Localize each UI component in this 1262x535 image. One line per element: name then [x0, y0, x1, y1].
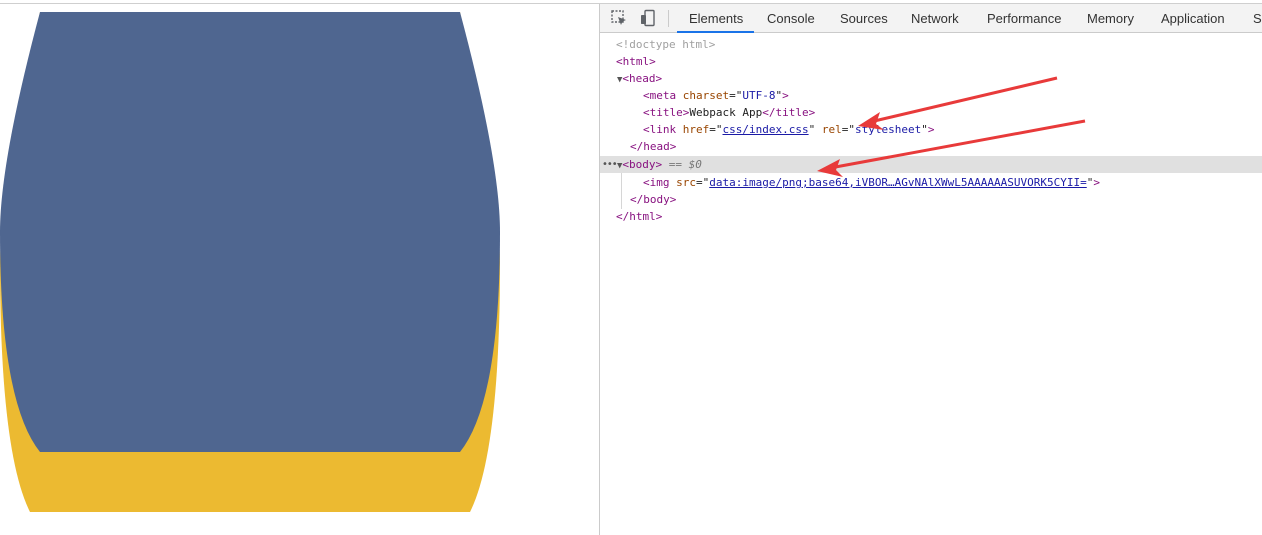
- link-rel-value: stylesheet: [854, 123, 922, 136]
- head-open-tag: <head>: [622, 72, 663, 85]
- tree-indent-guide: [621, 173, 622, 209]
- more-options-icon[interactable]: •••: [602, 156, 618, 173]
- tab-memory[interactable]: Memory: [1087, 4, 1134, 33]
- elements-dom-tree: <!doctype html> <html> ▼<head> <meta cha…: [600, 34, 1262, 534]
- dom-node-html-close[interactable]: </html>: [616, 208, 662, 225]
- meta-attr-name: charset: [682, 89, 730, 102]
- dom-node-title[interactable]: <title>Webpack App</title>: [643, 104, 815, 121]
- dom-node-head-close[interactable]: </head>: [630, 138, 676, 155]
- dom-node-meta[interactable]: <meta charset="UTF-8">: [643, 87, 789, 104]
- dom-node-body-selected[interactable]: ••• ▼<body> == $0: [600, 156, 1262, 173]
- tab-elements[interactable]: Elements: [689, 4, 743, 33]
- title-open-tag: <title>: [643, 106, 690, 119]
- devtools-panel: Elements Console Sources Network Perform…: [599, 4, 1262, 535]
- dom-node-link[interactable]: <link href="css/index.css" rel="styleshe…: [643, 121, 934, 138]
- dom-node-img[interactable]: <img src="data:image/png;base64,iVBOR…AG…: [643, 174, 1100, 191]
- title-text: Webpack App: [689, 106, 763, 119]
- body-close-tag: </body>: [630, 193, 677, 206]
- toolbar-divider: [668, 10, 669, 27]
- meta-attr-value: UTF-8: [742, 89, 776, 102]
- img-src-attr: src: [676, 176, 696, 189]
- devtools-tab-bar: Elements Console Sources Network Perform…: [600, 4, 1262, 33]
- tab-network[interactable]: Network: [911, 4, 959, 33]
- dom-node-head[interactable]: ▼<head>: [617, 70, 662, 87]
- dom-node-body-close[interactable]: </body>: [630, 191, 676, 208]
- tab-security[interactable]: Se: [1253, 4, 1262, 33]
- tab-sources[interactable]: Sources: [840, 4, 888, 33]
- html-close-tag: </html>: [616, 210, 663, 223]
- link-tag-name: link: [649, 123, 677, 136]
- device-toolbar-icon[interactable]: [639, 9, 657, 27]
- selected-node-marker: == $0: [668, 158, 702, 171]
- title-close-tag: </title>: [762, 106, 816, 119]
- dom-node-doctype[interactable]: <!doctype html>: [616, 36, 715, 53]
- active-tab-indicator: [677, 31, 754, 33]
- dom-node-html[interactable]: <html>: [616, 53, 656, 70]
- tab-console[interactable]: Console: [767, 4, 815, 33]
- tab-application[interactable]: Application: [1161, 4, 1225, 33]
- html-open-tag: <html>: [616, 55, 656, 68]
- inspect-element-icon[interactable]: [610, 9, 628, 27]
- rendered-image: [0, 12, 500, 512]
- link-href-value[interactable]: css/index.css: [723, 123, 809, 136]
- tab-performance[interactable]: Performance: [987, 4, 1061, 33]
- body-open-tag: <body>: [622, 158, 663, 171]
- link-rel-attr: rel: [821, 123, 842, 136]
- doctype-text: <!doctype html>: [616, 38, 716, 51]
- link-href-attr: href: [682, 123, 710, 136]
- img-tag-name: img: [649, 176, 670, 189]
- head-close-tag: </head>: [630, 140, 677, 153]
- img-src-value[interactable]: data:image/png;base64,iVBOR…AGvNAlXWwL5A…: [709, 176, 1087, 189]
- page-viewport: [0, 4, 599, 535]
- meta-tag-name: meta: [649, 89, 677, 102]
- rendered-blue-shape: [0, 12, 500, 452]
